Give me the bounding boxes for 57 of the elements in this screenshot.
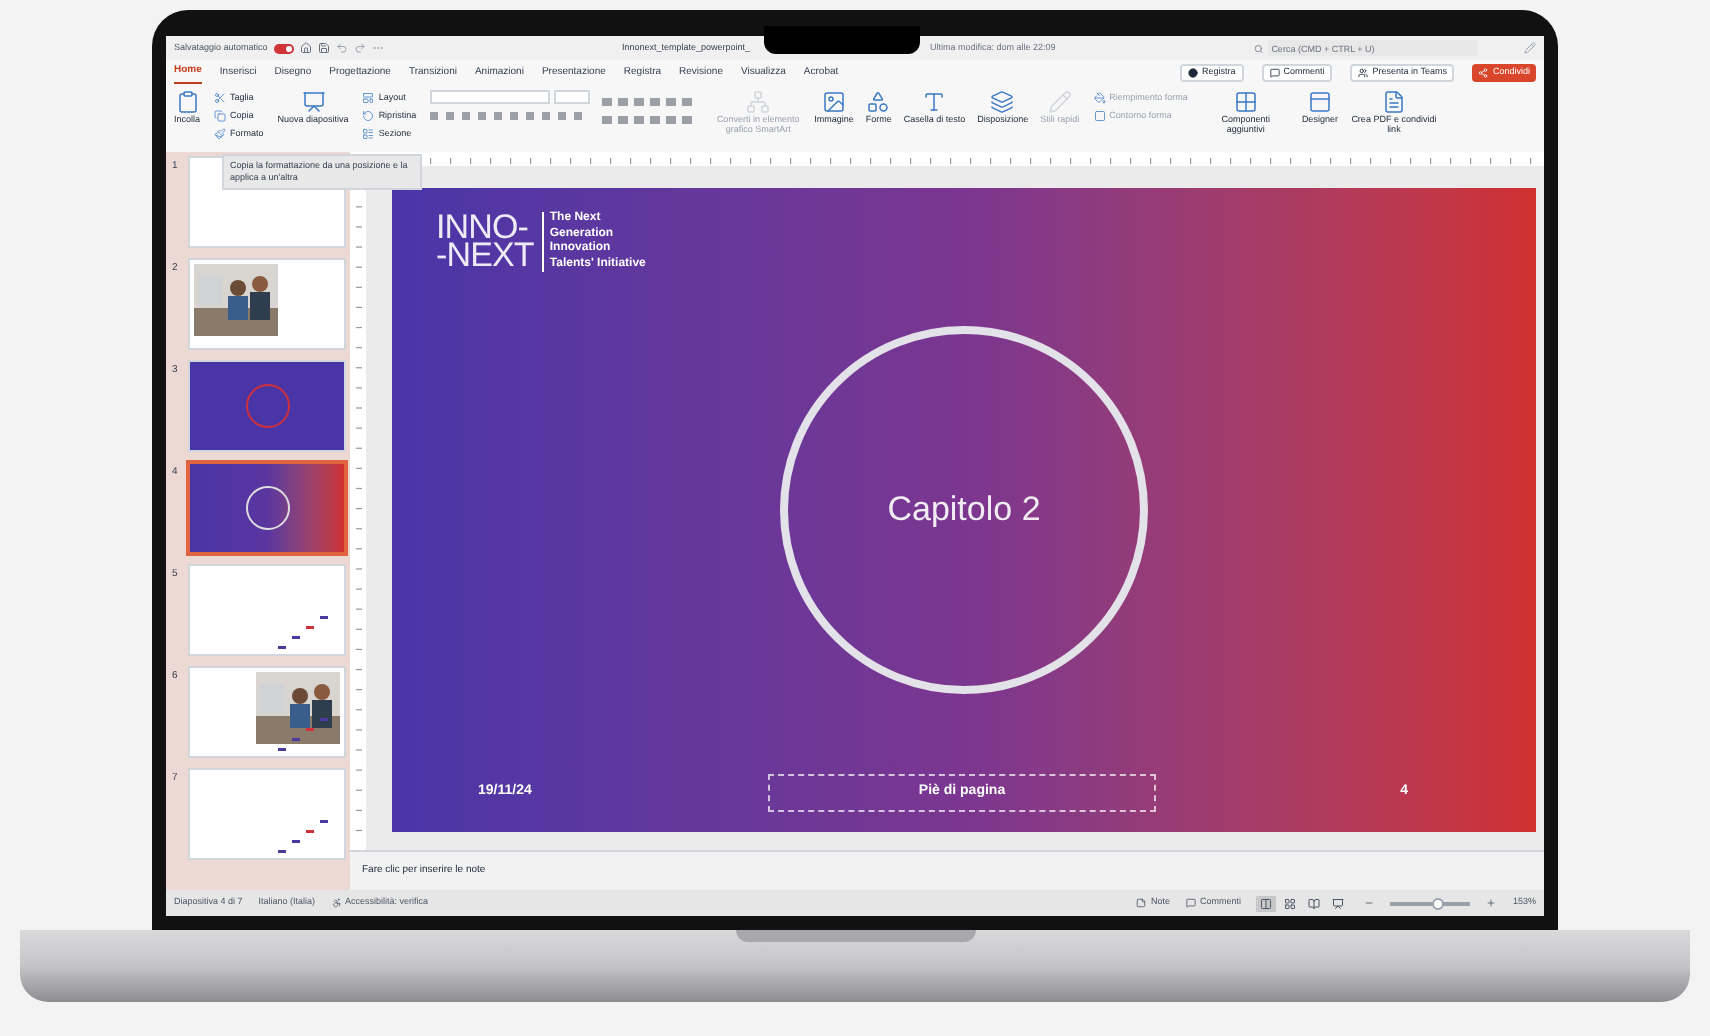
copy-icon (214, 110, 227, 122)
section-icon (362, 128, 375, 140)
image-icon (821, 90, 846, 114)
slide-thumbnail[interactable] (190, 668, 344, 756)
view-button[interactable] (1256, 895, 1277, 911)
layout-icon (362, 92, 375, 104)
search-icon (1254, 43, 1264, 53)
accessibility-icon (331, 898, 342, 908)
paintbrush-icon (214, 128, 227, 140)
font-field[interactable] (430, 90, 551, 104)
record-icon (1188, 68, 1199, 78)
slide-thumbnail[interactable] (190, 770, 344, 858)
circle-icon (244, 382, 292, 430)
paint-bucket-icon (1093, 92, 1106, 104)
reset-icon (362, 110, 375, 122)
people-icon (1358, 68, 1369, 78)
zoom-out-icon[interactable] (1364, 898, 1375, 908)
zoom-in-icon[interactable] (1486, 898, 1497, 908)
share-icon (1478, 68, 1489, 78)
book-icon (1308, 897, 1321, 909)
grid-view-icon (1284, 897, 1297, 909)
slide-thumbnail[interactable] (190, 464, 344, 552)
home-icon[interactable] (299, 42, 312, 54)
clipboard-icon (175, 90, 199, 114)
autosave-toggle[interactable] (273, 43, 294, 53)
designer-icon (1307, 90, 1332, 114)
slide-thumbnail[interactable] (190, 362, 344, 450)
save-icon[interactable] (317, 42, 330, 54)
grid-icon (1233, 90, 1258, 114)
shapes-icon (866, 90, 891, 114)
logo-text: INNO- (436, 214, 529, 242)
redo-icon[interactable] (353, 42, 366, 54)
pencil-icon (1047, 90, 1072, 114)
presentation-icon (1332, 897, 1345, 909)
slide-thumbnail[interactable] (190, 260, 344, 348)
comment-icon (1269, 68, 1280, 78)
smartart-icon (746, 90, 771, 114)
layers-icon (990, 90, 1015, 114)
new-slide-icon (301, 90, 326, 114)
square-icon (1093, 110, 1106, 122)
comment-icon (1185, 898, 1196, 908)
undo-icon[interactable] (335, 42, 348, 54)
zoom-thumb[interactable] (1432, 897, 1445, 909)
view-button[interactable] (1280, 895, 1301, 911)
chapter-title: Capitolo 2 (887, 488, 1041, 533)
normal-view-icon (1260, 897, 1273, 909)
circle-icon (244, 484, 292, 532)
logo-text: -NEXT (436, 242, 534, 270)
pdf-icon (1381, 90, 1406, 114)
pen-icon[interactable] (1524, 42, 1536, 54)
font-size-field[interactable] (554, 90, 591, 104)
scissors-icon (214, 92, 227, 104)
slide-thumbnail[interactable] (190, 566, 344, 654)
view-button[interactable] (1304, 895, 1325, 911)
view-button[interactable] (1328, 895, 1349, 911)
text-box-icon (922, 90, 947, 114)
note-icon (1136, 898, 1147, 908)
